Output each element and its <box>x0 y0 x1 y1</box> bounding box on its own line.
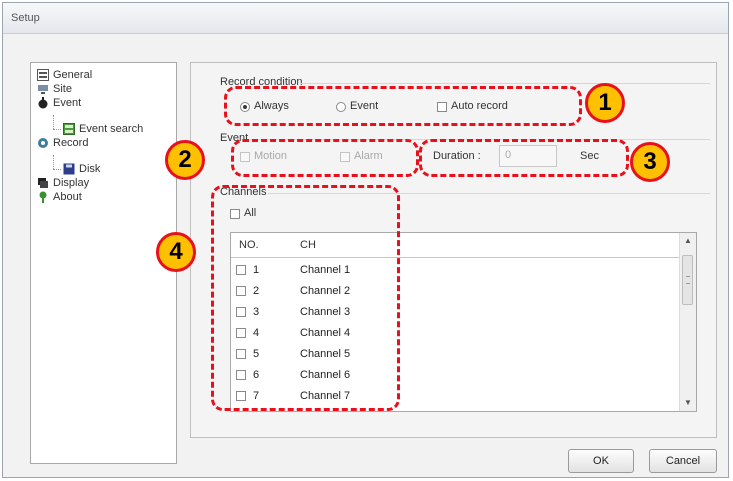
about-icon <box>39 191 47 203</box>
tree-guide-record <box>53 155 54 169</box>
site-icon <box>38 85 48 94</box>
callout-badge-2: 2 <box>165 140 205 180</box>
sidebar-item-label: Record <box>53 137 89 149</box>
scroll-up-arrow-icon[interactable]: ▲ <box>680 233 696 249</box>
callout-badge-4: 4 <box>156 232 196 272</box>
sidebar-item-label: Site <box>53 83 72 95</box>
sidebar-item-event-search[interactable]: Event search <box>63 123 143 135</box>
callout-2-box <box>231 139 419 177</box>
cancel-button[interactable]: Cancel <box>649 449 717 473</box>
callout-badge-1: 1 <box>585 83 625 123</box>
sidebar-item-general[interactable]: General <box>37 69 92 81</box>
display-icon <box>38 178 48 188</box>
sidebar-item-label: Event search <box>79 123 144 135</box>
sidebar-item-label: About <box>53 191 82 203</box>
tree-guide-event-h <box>53 129 61 130</box>
callout-3-box <box>419 139 629 177</box>
callout-badge-3: 3 <box>630 142 670 182</box>
event-search-icon <box>63 123 75 135</box>
scrollbar-thumb[interactable] <box>682 255 693 305</box>
ok-button[interactable]: OK <box>568 449 634 473</box>
window-title: Setup <box>11 12 40 24</box>
tree-guide-record-h <box>53 169 61 170</box>
event-icon <box>38 97 48 109</box>
callout-4-box <box>211 185 400 411</box>
sidebar-item-event[interactable]: Event <box>37 97 81 109</box>
channels-scrollbar[interactable]: ▲ ▼ <box>679 233 696 411</box>
title-bar: Setup <box>3 3 728 34</box>
record-icon <box>38 138 48 148</box>
callout-1-box <box>224 86 582 126</box>
sidebar-item-about[interactable]: About <box>37 191 82 203</box>
disk-icon <box>63 163 75 175</box>
sidebar-item-label: Event <box>53 97 82 109</box>
sidebar-item-label: General <box>53 69 93 81</box>
sidebar-item-label: Disk <box>79 163 101 175</box>
tree-guide-event <box>53 115 54 129</box>
record-condition-divider <box>300 83 710 84</box>
sidebar-item-record[interactable]: Record <box>37 137 88 149</box>
settings-tree: General Site Event Event search Record D… <box>30 62 177 464</box>
sidebar-item-site[interactable]: Site <box>37 83 72 95</box>
sidebar-item-disk[interactable]: Disk <box>63 163 100 175</box>
general-icon <box>37 69 49 81</box>
scroll-down-arrow-icon[interactable]: ▼ <box>680 395 696 411</box>
sidebar-item-display[interactable]: Display <box>37 177 89 189</box>
sidebar-item-label: Display <box>53 177 90 189</box>
